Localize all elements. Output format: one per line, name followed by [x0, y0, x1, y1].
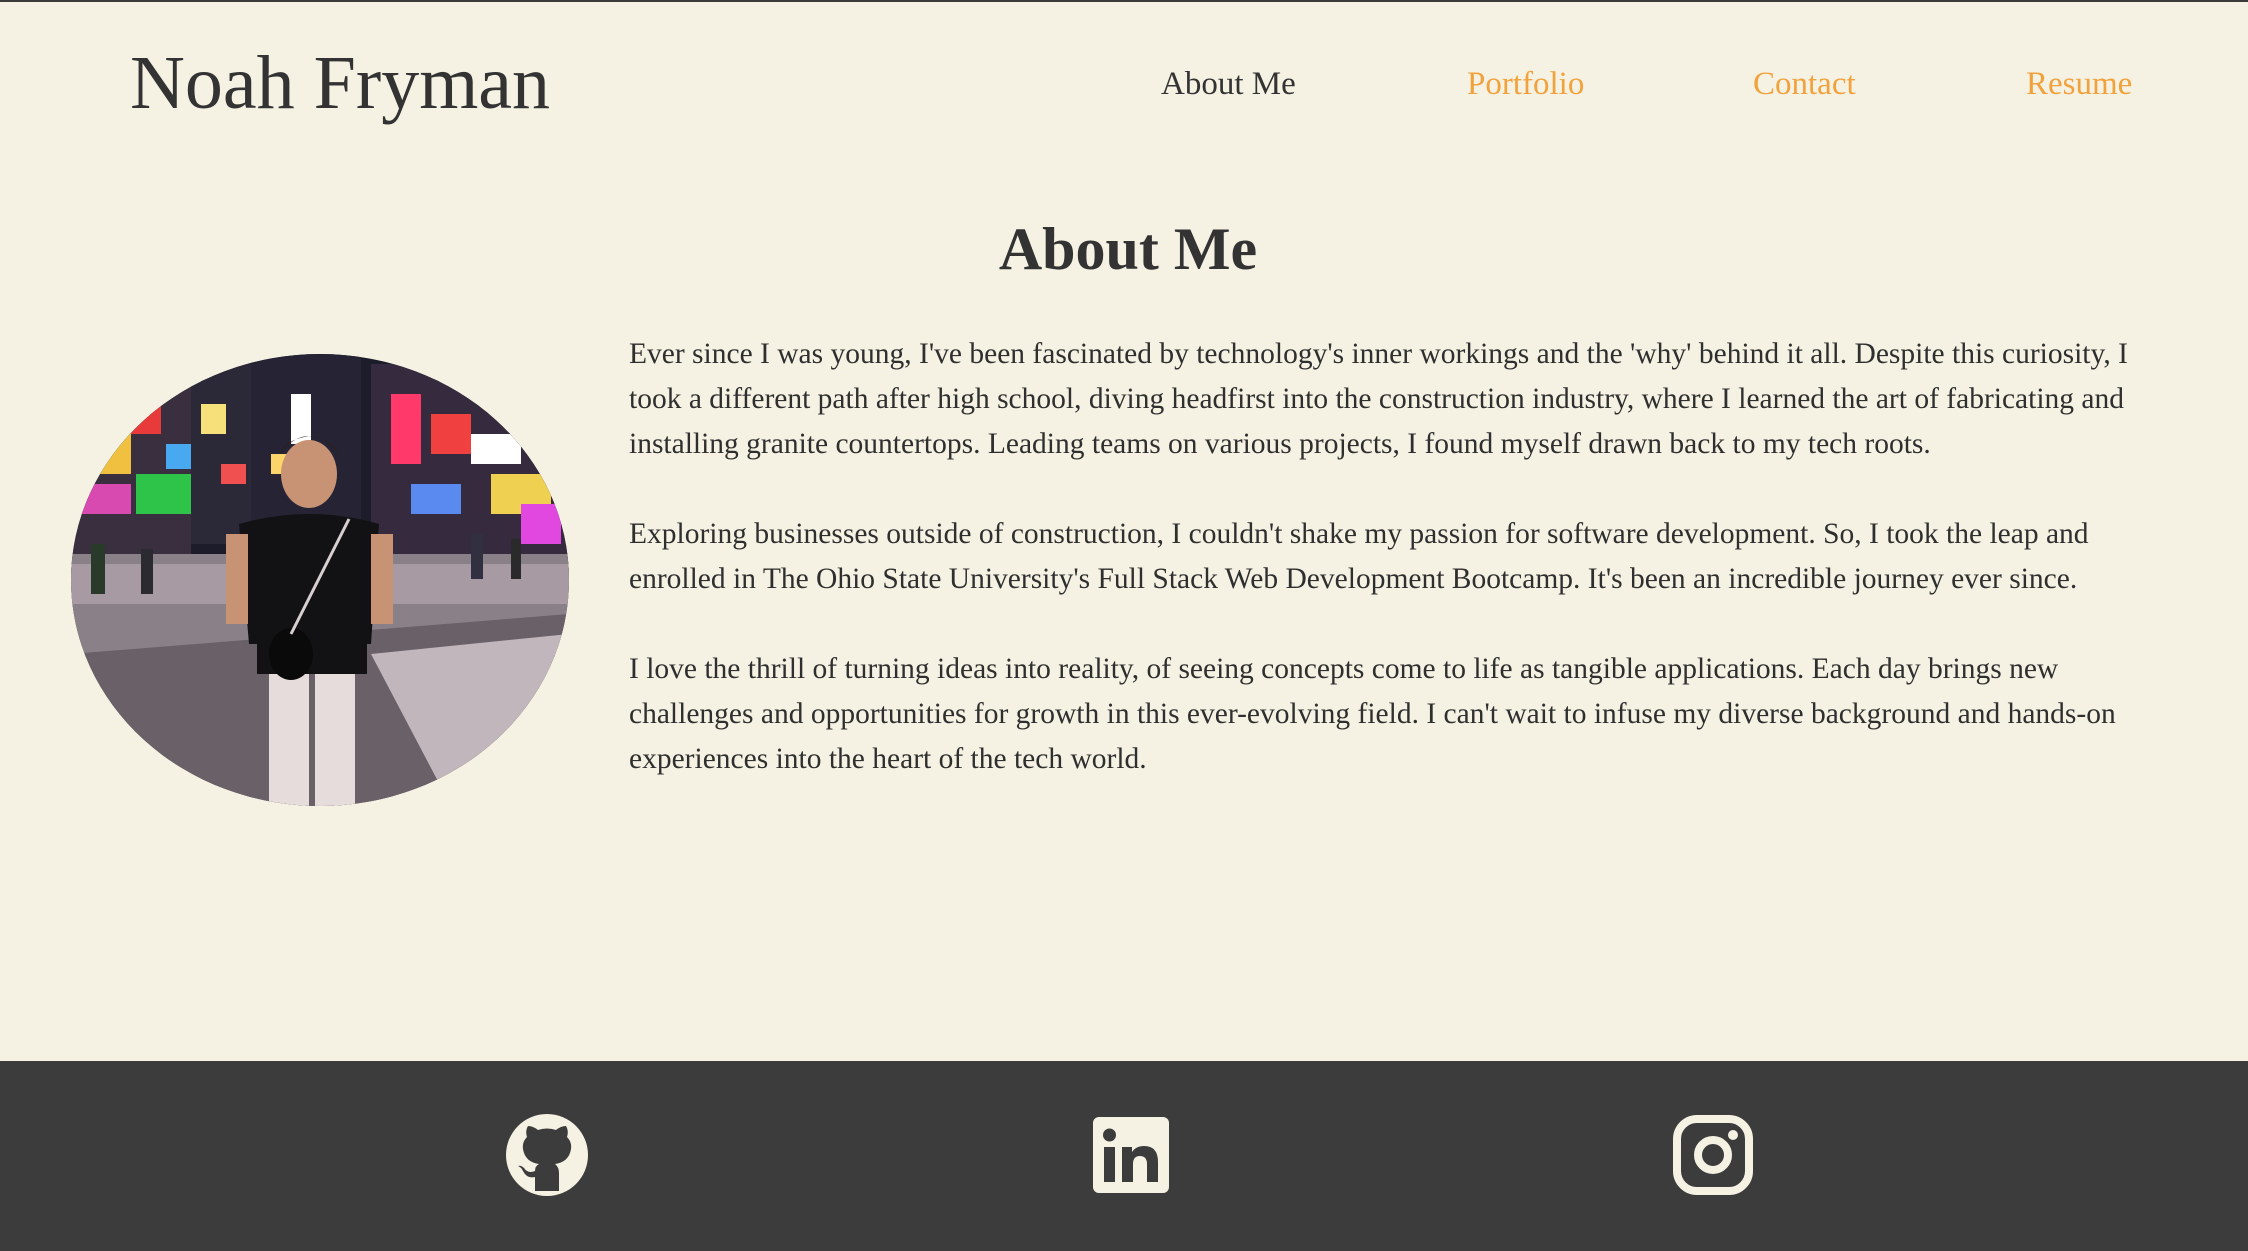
instagram-link[interactable] [1671, 1113, 1755, 1197]
linkedin-link[interactable] [1089, 1113, 1173, 1197]
linkedin-icon [1093, 1117, 1169, 1193]
bio-text: Ever since I was young, I've been fascin… [629, 332, 2129, 827]
nav-resume-link[interactable]: Resume [2026, 62, 2132, 106]
site-header: Noah Fryman About Me Portfolio Contact R… [0, 0, 2248, 170]
site-footer [0, 1061, 2248, 1251]
bio-paragraph-3: I love the thrill of turning ideas into … [629, 653, 2116, 775]
github-icon [506, 1114, 588, 1196]
site-title: Noah Fryman [130, 41, 551, 125]
github-link[interactable] [505, 1113, 589, 1197]
section-title: About Me [998, 216, 1258, 282]
nav-contact-link[interactable]: Contact [1753, 62, 1856, 106]
bio-paragraph-1: Ever since I was young, I've been fascin… [629, 338, 2128, 460]
nav-portfolio-link[interactable]: Portfolio [1467, 62, 1584, 106]
bio-paragraph-2: Exploring businesses outside of construc… [629, 518, 2089, 595]
nav-about-me-link[interactable]: About Me [1161, 62, 1296, 106]
instagram-icon [1673, 1115, 1753, 1195]
profile-photo [71, 354, 569, 806]
